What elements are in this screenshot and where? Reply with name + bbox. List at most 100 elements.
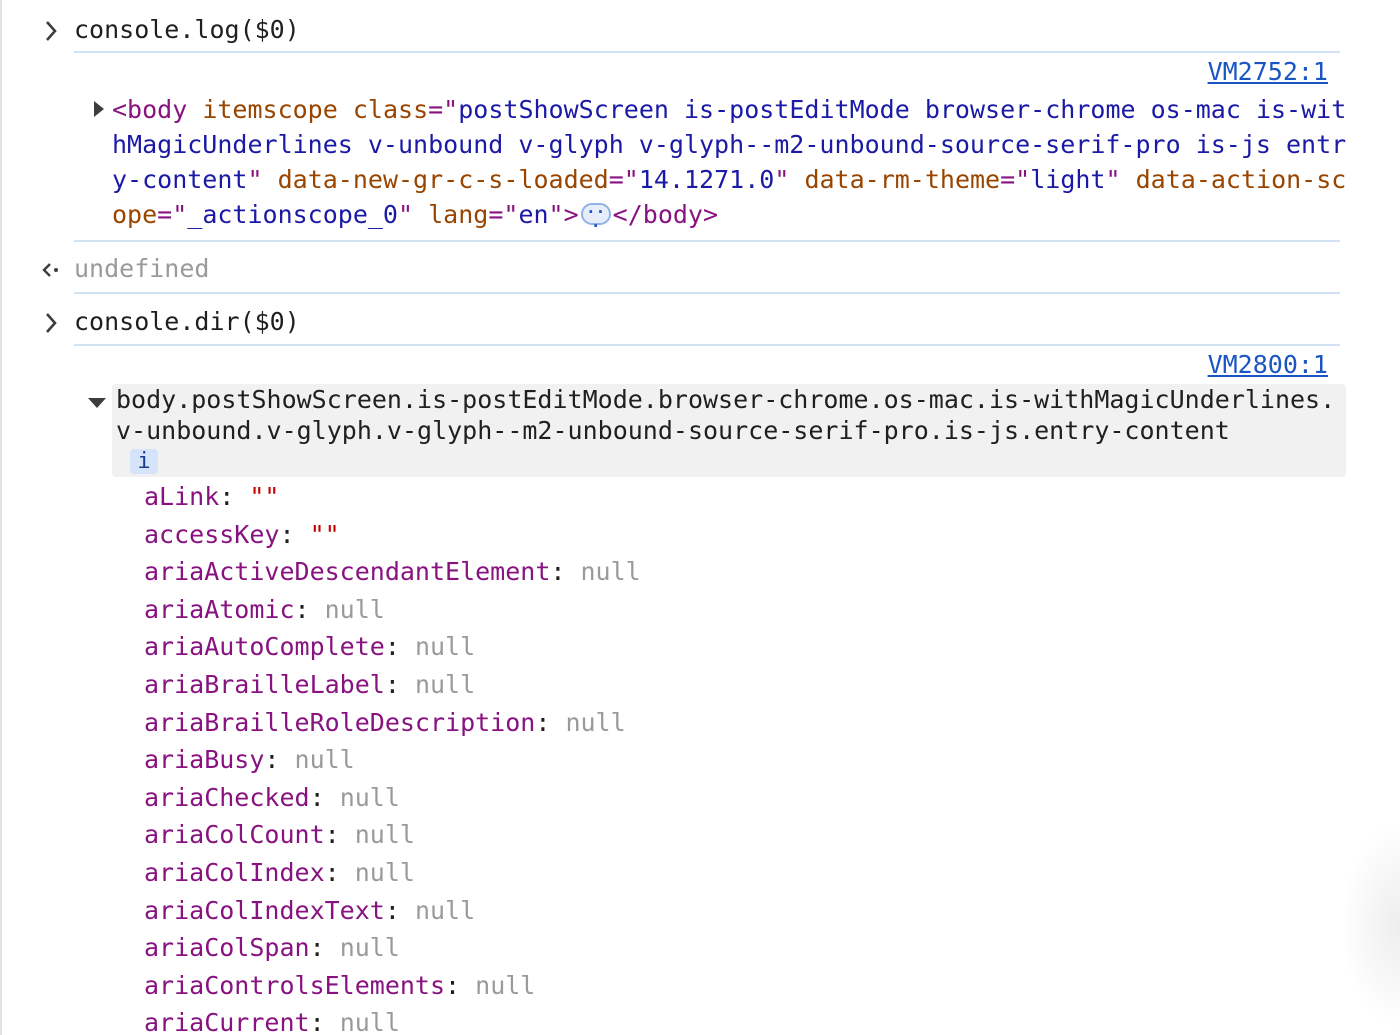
property-key: ariaAutoComplete bbox=[144, 632, 385, 662]
console-command[interactable]: console.log($0) bbox=[74, 12, 300, 47]
devtools-console: console.log($0) VM2752:1 <body itemscope… bbox=[0, 0, 1400, 1035]
property-key: ariaColIndex bbox=[144, 857, 325, 887]
node-attr-name: class bbox=[352, 95, 429, 124]
property-value: null bbox=[339, 933, 400, 963]
property-row[interactable]: ariaColCount: null bbox=[144, 816, 641, 854]
property-key: ariaColSpan bbox=[144, 933, 310, 963]
node-attr-name: itemscope bbox=[202, 95, 338, 124]
node-attr-name: data-new-gr-c-s-loaded bbox=[277, 165, 609, 194]
dir-object-title: body.postShowScreen.is-postEditMode.brow… bbox=[116, 385, 1336, 445]
property-colon: : bbox=[550, 557, 581, 587]
node-attr-value: _actionscope_0 bbox=[187, 200, 398, 229]
property-row[interactable]: ariaColIndex: null bbox=[144, 854, 641, 892]
console-command[interactable]: console.dir($0) bbox=[74, 304, 300, 339]
property-colon: : bbox=[384, 895, 415, 925]
node-attr-quote: =" bbox=[157, 200, 188, 229]
node-attr-value: en bbox=[518, 200, 549, 229]
triangle-right-icon[interactable] bbox=[94, 101, 104, 117]
node-attr-quote: " bbox=[1105, 165, 1121, 194]
property-value: null bbox=[339, 1008, 400, 1035]
property-key: aLink bbox=[144, 482, 220, 511]
property-key: ariaBrailleLabel bbox=[144, 669, 385, 699]
node-attr-quote: " bbox=[774, 165, 790, 194]
property-key: ariaAtomic bbox=[144, 594, 295, 624]
property-colon: : bbox=[384, 669, 415, 699]
property-row[interactable]: accessKey: "" bbox=[144, 516, 641, 554]
separator bbox=[74, 240, 1340, 242]
node-attr-quote: " bbox=[548, 200, 564, 229]
node-attr-quote: =" bbox=[608, 165, 639, 194]
chevron-right-icon bbox=[46, 313, 57, 333]
property-row[interactable]: ariaColIndexText: null bbox=[144, 892, 641, 930]
result-value: undefined bbox=[74, 254, 210, 283]
property-colon: : bbox=[309, 1008, 340, 1035]
property-key: ariaBusy bbox=[144, 745, 265, 775]
scroll-indicator bbox=[1340, 820, 1400, 1030]
property-row[interactable]: ariaBrailleLabel: null bbox=[144, 666, 641, 704]
property-row[interactable]: ariaBusy: null bbox=[144, 741, 641, 779]
property-key: ariaColCount bbox=[144, 820, 325, 850]
property-row[interactable]: ariaAtomic: null bbox=[144, 591, 641, 629]
node-attr-value: light bbox=[1030, 165, 1106, 194]
property-row[interactable]: ariaControlsElements: null bbox=[144, 967, 641, 1005]
property-colon: : bbox=[264, 745, 295, 775]
property-row[interactable]: aLink: "" bbox=[144, 478, 641, 516]
dir-object-header[interactable]: body.postShowScreen.is-postEditMode.brow… bbox=[112, 384, 1346, 477]
property-value: null bbox=[354, 820, 415, 850]
property-colon: : bbox=[445, 970, 476, 1000]
property-value: null bbox=[414, 895, 476, 925]
log-element-node[interactable]: <body itemscope class="postShowScreen is… bbox=[112, 92, 1352, 234]
property-value: null bbox=[475, 970, 536, 1000]
property-list: aLink: "" accessKey: "" ariaActiveDescenda… bbox=[144, 478, 641, 1035]
separator bbox=[74, 51, 1340, 53]
node-attr-name: lang bbox=[428, 200, 489, 229]
property-key: ariaControlsElements bbox=[144, 970, 446, 1000]
separator bbox=[74, 344, 1340, 346]
triangle-down-icon[interactable] bbox=[88, 398, 106, 408]
property-key: accessKey bbox=[144, 519, 280, 549]
property-value: "" bbox=[309, 519, 340, 549]
property-value: null bbox=[339, 782, 400, 812]
property-colon: : bbox=[294, 594, 325, 624]
info-icon[interactable]: i bbox=[130, 449, 158, 474]
property-colon: : bbox=[535, 707, 566, 737]
property-value: null bbox=[354, 857, 415, 887]
property-key: ariaColIndexText bbox=[144, 895, 385, 925]
node-tag-open: <body bbox=[112, 95, 188, 124]
property-key: ariaCurrent bbox=[144, 1008, 310, 1035]
expand-ellipsis-button[interactable]: ··· bbox=[580, 203, 611, 234]
property-colon: : bbox=[219, 482, 250, 511]
node-attr-name: data-rm-theme bbox=[804, 165, 1001, 194]
property-value: null bbox=[414, 669, 476, 699]
property-value: "" bbox=[249, 482, 280, 511]
property-colon: : bbox=[279, 519, 310, 549]
property-row[interactable]: ariaAutoComplete: null bbox=[144, 628, 641, 666]
property-value: null bbox=[565, 707, 626, 737]
property-value: null bbox=[414, 632, 476, 662]
node-tag-close: </body> bbox=[612, 200, 719, 229]
property-row[interactable]: ariaCurrent: null bbox=[144, 1004, 641, 1035]
property-value: null bbox=[324, 594, 385, 624]
property-colon: : bbox=[309, 782, 340, 812]
source-link[interactable]: VM2752:1 bbox=[1208, 57, 1328, 87]
property-colon: : bbox=[309, 933, 340, 963]
property-key: ariaBrailleRoleDescription bbox=[144, 707, 536, 737]
node-attr-quote: " bbox=[247, 165, 263, 194]
property-key: ariaActiveDescendantElement bbox=[144, 557, 551, 587]
property-row[interactable]: ariaActiveDescendantElement: null bbox=[144, 553, 641, 591]
node-tag-end: > bbox=[563, 200, 579, 229]
node-attr-value: 14.1271.0 bbox=[638, 165, 775, 194]
source-link[interactable]: VM2800:1 bbox=[1208, 350, 1328, 380]
property-row[interactable]: ariaBrailleRoleDescription: null bbox=[144, 704, 641, 742]
property-row[interactable]: ariaChecked: null bbox=[144, 779, 641, 817]
property-key: ariaChecked bbox=[144, 782, 310, 812]
return-arrow-icon bbox=[42, 263, 58, 277]
node-attr-quote: =" bbox=[428, 95, 459, 124]
node-attr-quote: =" bbox=[1000, 165, 1031, 194]
property-row[interactable]: ariaColSpan: null bbox=[144, 929, 641, 967]
node-attr-quote: " bbox=[397, 200, 414, 229]
chevron-right-icon bbox=[46, 21, 57, 41]
property-colon: : bbox=[324, 857, 355, 887]
property-value: null bbox=[294, 745, 355, 775]
node-attr-quote: =" bbox=[488, 200, 519, 229]
